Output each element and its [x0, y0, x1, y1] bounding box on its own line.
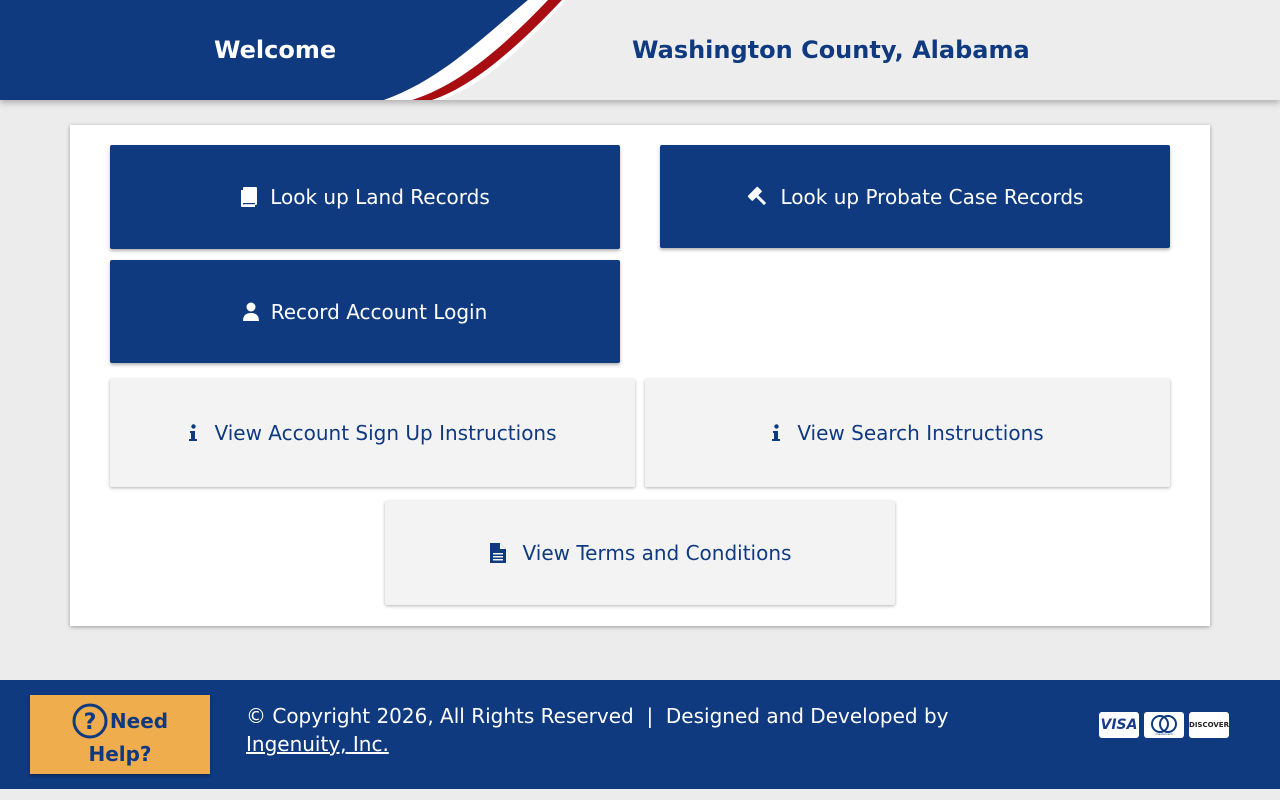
- welcome-text: Welcome: [214, 36, 337, 64]
- land-records-label: Look up Land Records: [270, 185, 490, 209]
- land-records-button[interactable]: Look up Land Records: [110, 145, 620, 249]
- signup-instructions-button[interactable]: View Account Sign Up Instructions: [110, 379, 635, 487]
- visa-card-icon: VISA: [1099, 712, 1139, 738]
- need-help-button[interactable]: ? Need Help?: [30, 695, 210, 774]
- mastercard-text: mastercard: [1155, 732, 1172, 736]
- county-title: Washington County, Alabama: [632, 36, 1030, 64]
- terms-label: View Terms and Conditions: [522, 541, 792, 565]
- probate-records-button[interactable]: Look up Probate Case Records: [660, 145, 1170, 248]
- footer-bottom-strip: [0, 789, 1280, 800]
- terms-button[interactable]: View Terms and Conditions: [385, 501, 895, 605]
- book-icon: [240, 186, 258, 208]
- account-login-button[interactable]: Record Account Login: [110, 260, 620, 363]
- page-footer: ? Need Help? © Copyright 2026, All Right…: [0, 680, 1280, 789]
- signup-instructions-label: View Account Sign Up Instructions: [214, 421, 557, 445]
- info-icon: [188, 424, 198, 442]
- svg-text:?: ?: [84, 710, 97, 735]
- copyright-line: © Copyright 2026, All Rights Reserved | …: [246, 704, 949, 728]
- developer-link[interactable]: Ingenuity, Inc.: [246, 732, 389, 756]
- welcome-heading: Welcome: [0, 0, 553, 100]
- probate-records-label: Look up Probate Case Records: [780, 184, 1084, 209]
- search-instructions-button[interactable]: View Search Instructions: [645, 379, 1170, 487]
- payment-cards: VISA mastercard DISCOVER: [1099, 712, 1229, 738]
- copyright-text: © Copyright 2026, All Rights Reserved | …: [246, 702, 949, 758]
- info-icon: [771, 424, 781, 442]
- discover-text: DISCOVER: [1189, 721, 1229, 729]
- user-icon: [242, 302, 259, 322]
- account-login-label: Record Account Login: [270, 299, 488, 324]
- page-header: Welcome Washington County, Alabama: [0, 0, 1280, 100]
- document-icon: [489, 542, 507, 564]
- discover-card-icon: DISCOVER: [1189, 712, 1229, 738]
- question-circle-icon: ?: [72, 703, 108, 739]
- main-card: Look up Land Records Look up Probate Cas…: [70, 125, 1210, 626]
- help-label-line2: Help?: [88, 742, 152, 766]
- gavel-icon: [747, 186, 769, 208]
- search-instructions-label: View Search Instructions: [797, 421, 1044, 445]
- mastercard-icon: mastercard: [1144, 712, 1184, 738]
- help-label-line1: Need: [109, 709, 169, 733]
